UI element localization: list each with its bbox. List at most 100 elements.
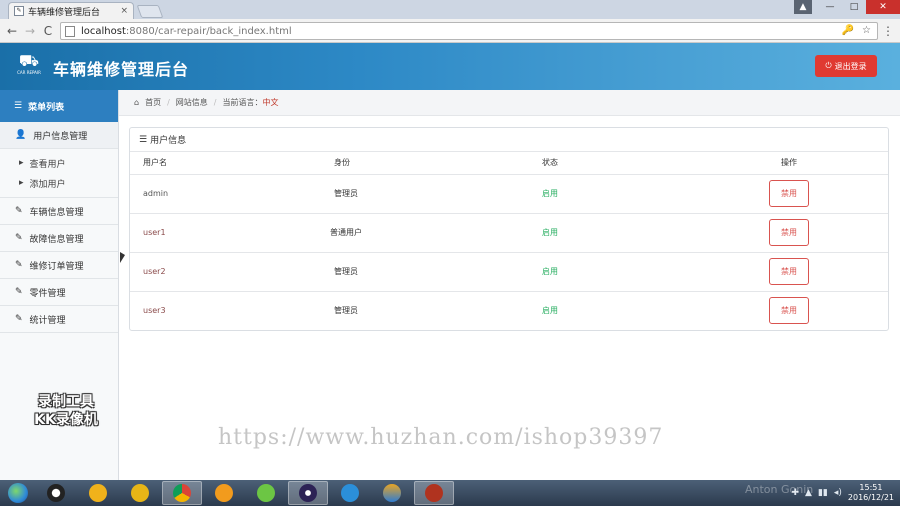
tray-network-icon[interactable]: ▮▮ xyxy=(818,488,828,498)
recorder-watermark: 录制工具 KK录像机 xyxy=(22,393,110,429)
window-close-icon[interactable]: ✕ xyxy=(866,0,900,14)
sidebar-item-parts[interactable]: ✎ 零件管理 xyxy=(0,279,118,306)
subitem-label: 添加用户 xyxy=(29,179,66,190)
breadcrumb-site-info[interactable]: 网站信息 xyxy=(176,97,208,108)
url-bar[interactable]: localhost:8080/car-repair/back_index.htm… xyxy=(60,22,878,40)
wifi-app-icon xyxy=(215,484,233,502)
windows-logo-icon xyxy=(8,483,28,503)
key-icon[interactable]: 🔑 xyxy=(842,25,854,36)
cell-role: 管理员 xyxy=(280,252,410,292)
breadcrumb-home[interactable]: 首页 xyxy=(145,97,161,108)
browser-menu-icon[interactable]: ⋮ xyxy=(882,24,894,38)
taskbar-app-eclipse[interactable] xyxy=(288,481,328,505)
cell-status: 启用 xyxy=(410,252,690,292)
profile-icon[interactable]: ▲ xyxy=(794,0,812,14)
back-icon[interactable]: ← xyxy=(4,23,20,39)
sidebar-item-fault[interactable]: ✎ 故障信息管理 xyxy=(0,225,118,252)
sidebar-item-vehicle[interactable]: ✎ 车辆信息管理 xyxy=(0,198,118,225)
maximize-icon[interactable]: □ xyxy=(842,0,866,14)
sidebar-subitem-view-users[interactable]: ▸ 查看用户 xyxy=(0,153,118,173)
tray-volume-icon[interactable]: ◂) xyxy=(834,488,842,498)
taskbar-app-wifi[interactable] xyxy=(204,481,244,505)
breadcrumb-lang-label: 当前语言： xyxy=(222,98,263,107)
col-username: 用户名 xyxy=(130,152,280,175)
address-toolbar: ← → C localhost:8080/car-repair/back_ind… xyxy=(0,19,900,43)
taskbar-app-edge[interactable] xyxy=(330,481,370,505)
bookmark-star-icon[interactable]: ☆ xyxy=(862,25,871,36)
taskbar-app-flash[interactable] xyxy=(372,481,412,505)
power-icon: ⏻ xyxy=(825,61,832,70)
recorder-icon xyxy=(425,484,443,502)
table-row: user1 普通用户 启用 禁用 xyxy=(130,213,888,253)
sidebar-item-repair-order[interactable]: ✎ 维修订单管理 xyxy=(0,252,118,279)
subitem-label: 查看用户 xyxy=(29,159,66,170)
taskbar-app-chrome[interactable] xyxy=(162,481,202,505)
home-icon: ⌂ xyxy=(134,98,140,107)
app-icon xyxy=(383,484,401,502)
breadcrumb-lang-value: 中文 xyxy=(262,98,279,107)
page-icon xyxy=(65,25,75,37)
browser-tab[interactable]: ✎ 车辆维修管理后台 × xyxy=(8,2,134,19)
browser-tab-bar: ✎ 车辆维修管理后台 × ▲ — □ ✕ xyxy=(0,0,900,19)
app-title: 车辆维修管理后台 xyxy=(53,60,190,79)
minimize-icon[interactable]: — xyxy=(818,0,842,14)
url-watermark: https://www.huzhan.com/ishop39397 xyxy=(218,425,664,450)
disable-button[interactable]: 禁用 xyxy=(769,258,809,285)
taskbar-app-recorder[interactable] xyxy=(414,481,454,505)
taskbar-app-qq[interactable] xyxy=(36,481,76,505)
list-icon: ☰ xyxy=(139,134,148,145)
panel-title: 用户信息 xyxy=(150,136,187,146)
clock[interactable]: 15:51 2016/12/21 xyxy=(848,483,894,503)
logout-label: 退出登录 xyxy=(834,61,867,71)
sidebar-item-label: 统计管理 xyxy=(29,315,66,326)
breadcrumb: ⌂ 首页 / 网站信息 / 当前语言： 中文 xyxy=(119,90,900,116)
forward-icon[interactable]: → xyxy=(22,23,38,39)
tab-close-icon[interactable]: × xyxy=(120,6,128,16)
user-info-panel: ☰ 用户信息 用户名 身份 状态 操作 admin 管理员 启用 禁用 user… xyxy=(129,127,889,331)
browser-tab-title: 车辆维修管理后台 xyxy=(28,7,101,18)
watermark-line1: 录制工具 xyxy=(38,394,94,410)
taskbar-app-ie[interactable] xyxy=(78,481,118,505)
col-status: 状态 xyxy=(410,152,690,175)
sidebar-item-label: 车辆信息管理 xyxy=(29,207,84,218)
cell-username: user3 xyxy=(143,306,166,316)
car-logo-icon: ⛟ xyxy=(18,51,40,70)
cell-role: 管理员 xyxy=(280,174,410,214)
panel-header: ☰ 用户信息 xyxy=(130,128,888,152)
new-tab-button[interactable] xyxy=(136,5,164,18)
window-controls: ▲ — □ ✕ xyxy=(794,0,900,14)
sidebar-item-statistics[interactable]: ✎ 统计管理 xyxy=(0,306,118,333)
breadcrumb-separator: / xyxy=(213,98,217,107)
table-row: user3 管理员 启用 禁用 xyxy=(130,291,888,330)
logo: ⛟ CAR REPAIR xyxy=(16,52,42,80)
cell-action: 禁用 xyxy=(690,213,888,253)
mouse-cursor-icon xyxy=(120,252,125,263)
cell-role: 普通用户 xyxy=(280,213,410,253)
sidebar-item-label: 零件管理 xyxy=(29,288,66,299)
reload-icon[interactable]: C xyxy=(40,23,56,39)
edit-icon: ✎ xyxy=(15,233,23,243)
taskbar-app-green[interactable] xyxy=(120,481,160,505)
app-header: ⛟ CAR REPAIR 车辆维修管理后台 ⏻ 退出登录 xyxy=(0,43,900,90)
disable-button[interactable]: 禁用 xyxy=(769,180,809,207)
main-content: ⌂ 首页 / 网站信息 / 当前语言： 中文 ☰ 用户信息 用户名 身份 状态 … xyxy=(119,90,900,480)
disable-button[interactable]: 禁用 xyxy=(769,219,809,246)
col-action: 操作 xyxy=(690,152,888,175)
qq-icon xyxy=(47,484,65,502)
list-icon: ☰ xyxy=(14,101,23,111)
sidebar-subitem-add-user[interactable]: ▸ 添加用户 xyxy=(0,173,118,193)
clock-time: 15:51 xyxy=(859,483,883,492)
edit-icon: ✎ xyxy=(15,206,23,216)
sidebar-item-label: 维修订单管理 xyxy=(29,261,84,272)
taskbar-app-360[interactable] xyxy=(246,481,286,505)
cell-username: user2 xyxy=(130,252,280,292)
sidebar-item-label: 故障信息管理 xyxy=(29,234,84,245)
disable-button[interactable]: 禁用 xyxy=(769,297,809,325)
table-row: user2 管理员 启用 禁用 xyxy=(130,252,888,292)
cell-status: 启用 xyxy=(410,174,690,214)
cell-status: 启用 xyxy=(542,306,558,316)
menu-title: 菜单列表 xyxy=(28,102,65,113)
sidebar-item-user-management[interactable]: 👤 用户信息管理 xyxy=(0,122,118,149)
start-button[interactable] xyxy=(0,480,36,506)
logout-button[interactable]: ⏻ 退出登录 xyxy=(815,55,877,77)
